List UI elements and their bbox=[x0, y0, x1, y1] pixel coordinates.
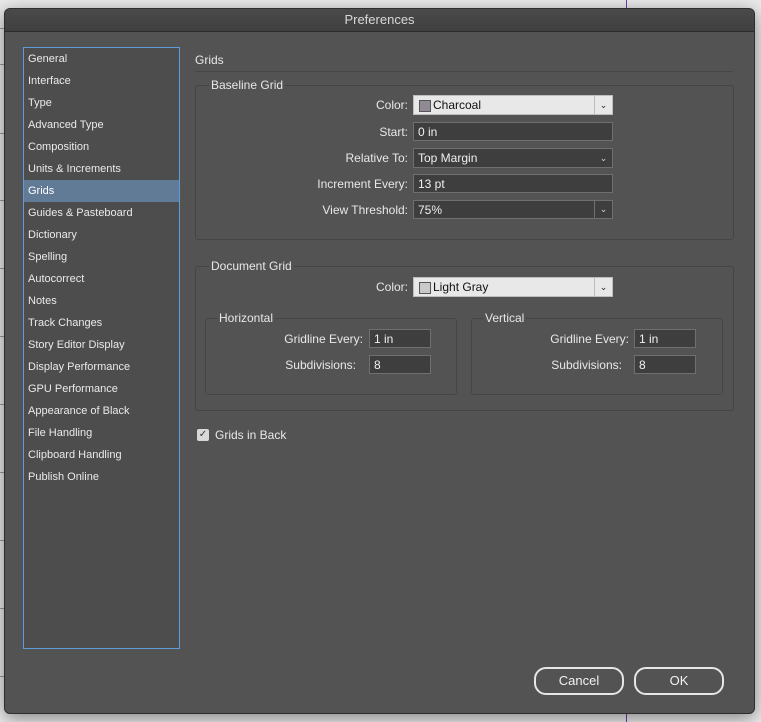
sidebar-item-story-editor-display[interactable]: Story Editor Display bbox=[24, 334, 179, 356]
baseline-color-dropdown[interactable]: Charcoal ⌄ bbox=[413, 95, 613, 115]
sidebar-item-track-changes[interactable]: Track Changes bbox=[24, 312, 179, 334]
color-swatch bbox=[419, 100, 431, 112]
baseline-start-input[interactable]: 0 in bbox=[413, 122, 613, 141]
vertical-subdivisions-input[interactable]: 8 bbox=[634, 355, 696, 374]
horizontal-subdivisions-input[interactable]: 8 bbox=[369, 355, 431, 374]
chevron-down-icon: ⌄ bbox=[594, 278, 612, 296]
vertical-subdivisions-label: Subdivisions: bbox=[551, 358, 622, 372]
increment-every-input[interactable]: 13 pt bbox=[413, 174, 613, 193]
chevron-down-icon[interactable]: ⌄ bbox=[594, 201, 612, 218]
sidebar-item-autocorrect[interactable]: Autocorrect bbox=[24, 268, 179, 290]
view-threshold-value: 75% bbox=[418, 203, 443, 217]
horizontal-subdivisions-label: Subdivisions: bbox=[285, 358, 356, 372]
sidebar-item-advanced-type[interactable]: Advanced Type bbox=[24, 114, 179, 136]
baseline-color-label: Color: bbox=[375, 98, 408, 112]
color-swatch bbox=[419, 282, 431, 294]
sidebar-item-composition[interactable]: Composition bbox=[24, 136, 179, 158]
chevron-down-icon: ⌄ bbox=[599, 153, 608, 163]
horizontal-title: Horizontal bbox=[217, 311, 276, 325]
sidebar-item-general[interactable]: General bbox=[24, 48, 179, 70]
document-color-dropdown[interactable]: Light Gray ⌄ bbox=[413, 277, 613, 297]
baseline-grid-title: Baseline Grid bbox=[209, 78, 286, 92]
sidebar-item-interface[interactable]: Interface bbox=[24, 70, 179, 92]
sidebar-item-dictionary[interactable]: Dictionary bbox=[24, 224, 179, 246]
vertical-gridline-label: Gridline Every: bbox=[550, 332, 629, 346]
document-color-label: Color: bbox=[375, 280, 408, 294]
sidebar-item-guides-pasteboard[interactable]: Guides & Pasteboard bbox=[24, 202, 179, 224]
view-threshold-combobox[interactable]: 75% ⌄ bbox=[413, 200, 613, 219]
preferences-category-list[interactable]: General Interface Type Advanced Type Com… bbox=[23, 47, 180, 649]
grids-in-back-label[interactable]: Grids in Back bbox=[215, 428, 286, 442]
horizontal-gridline-label: Gridline Every: bbox=[284, 332, 363, 346]
sidebar-item-grids[interactable]: Grids bbox=[24, 180, 179, 202]
baseline-start-label: Start: bbox=[379, 125, 408, 139]
chevron-down-icon: ⌄ bbox=[594, 96, 612, 114]
relative-to-value: Top Margin bbox=[418, 151, 478, 165]
baseline-color-value: Charcoal bbox=[433, 98, 482, 112]
dialog-title: Preferences bbox=[5, 9, 754, 32]
checkmark-icon: ✓ bbox=[198, 429, 208, 440]
sidebar-item-spelling[interactable]: Spelling bbox=[24, 246, 179, 268]
preferences-dialog: Preferences General Interface Type Advan… bbox=[4, 8, 755, 714]
ok-button[interactable]: OK bbox=[634, 667, 724, 695]
sidebar-item-appearance-of-black[interactable]: Appearance of Black bbox=[24, 400, 179, 422]
horizontal-gridline-input[interactable]: 1 in bbox=[369, 329, 431, 348]
sidebar-item-publish-online[interactable]: Publish Online bbox=[24, 466, 179, 488]
sidebar-item-type[interactable]: Type bbox=[24, 92, 179, 114]
sidebar-item-file-handling[interactable]: File Handling bbox=[24, 422, 179, 444]
heading-divider bbox=[195, 71, 733, 72]
page-title: Grids bbox=[195, 53, 224, 67]
document-color-value: Light Gray bbox=[433, 280, 489, 294]
sidebar-item-gpu-performance[interactable]: GPU Performance bbox=[24, 378, 179, 400]
sidebar-item-display-performance[interactable]: Display Performance bbox=[24, 356, 179, 378]
sidebar-item-clipboard-handling[interactable]: Clipboard Handling bbox=[24, 444, 179, 466]
document-grid-title: Document Grid bbox=[209, 259, 294, 273]
sidebar-item-notes[interactable]: Notes bbox=[24, 290, 179, 312]
increment-every-label: Increment Every: bbox=[317, 177, 408, 191]
vertical-gridline-input[interactable]: 1 in bbox=[634, 329, 696, 348]
sidebar-item-units-increments[interactable]: Units & Increments bbox=[24, 158, 179, 180]
relative-to-label: Relative To: bbox=[345, 151, 408, 165]
relative-to-dropdown[interactable]: Top Margin ⌄ bbox=[413, 148, 613, 168]
grids-in-back-checkbox[interactable]: ✓ bbox=[197, 429, 209, 441]
vertical-title: Vertical bbox=[483, 311, 527, 325]
view-threshold-label: View Threshold: bbox=[322, 203, 408, 217]
cancel-button[interactable]: Cancel bbox=[534, 667, 624, 695]
